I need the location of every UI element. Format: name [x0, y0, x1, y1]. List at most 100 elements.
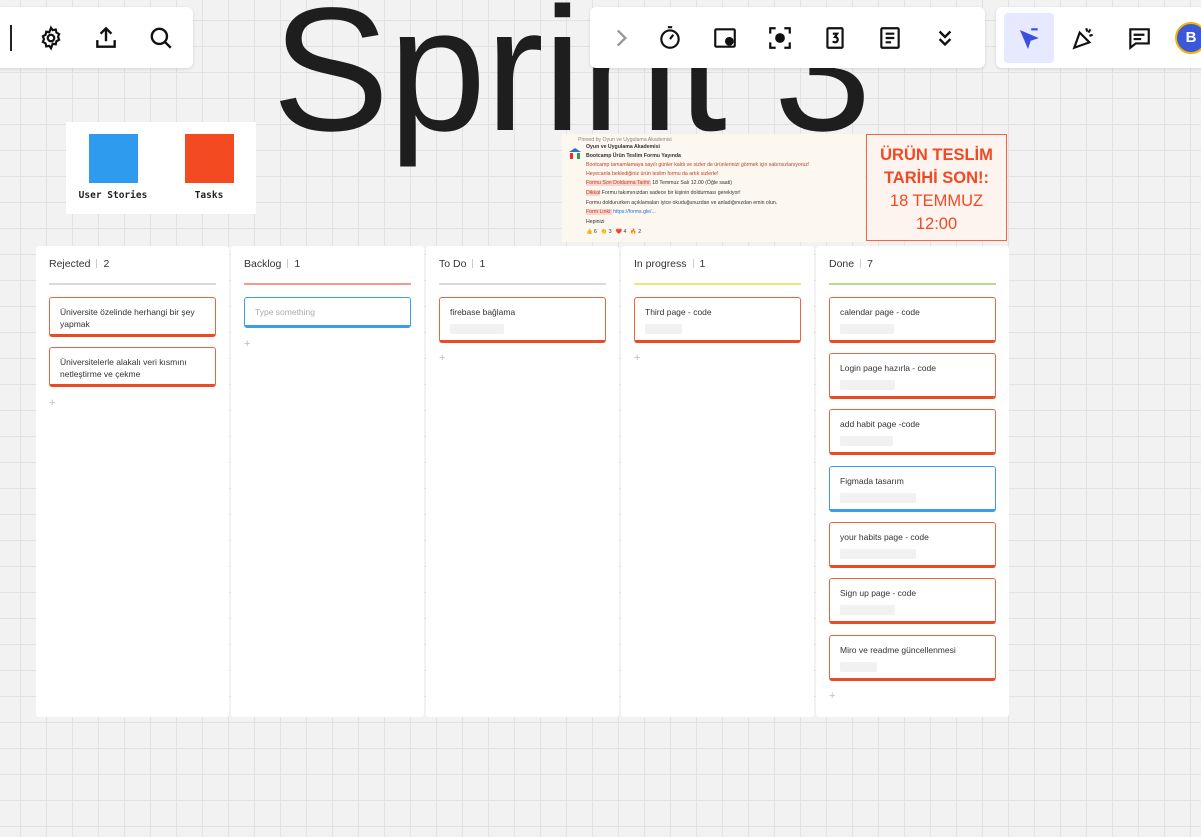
legend[interactable]: User Stories Tasks — [66, 122, 256, 214]
announcement-text: 18 Temmuz Salı 12.00 (Öğle saati) — [652, 180, 733, 186]
embed-icon[interactable] — [700, 13, 750, 63]
announcement-tag: Formu Son Doldurma Tarihi: — [586, 180, 651, 186]
kanban-card[interactable]: firebase bağlama — [439, 297, 606, 343]
legend-label: Tasks — [194, 190, 224, 201]
avatar[interactable]: B — [1175, 21, 1201, 54]
reaction-badge[interactable]: 👏 3 — [601, 229, 612, 235]
card-skeleton — [840, 549, 916, 559]
deadline-note[interactable]: ÜRÜN TESLİM TARİHİ SON!: 18 TEMMUZ 12:00 — [866, 134, 1007, 241]
notes-icon[interactable] — [865, 13, 915, 63]
column-count: 1 — [479, 258, 486, 270]
add-card-button[interactable]: + — [49, 397, 55, 409]
column-header[interactable]: In progress 1 — [634, 258, 705, 270]
kanban-card[interactable]: Figmada tasarım — [829, 466, 996, 512]
column-header[interactable]: Rejected 2 — [49, 258, 109, 270]
card-skeleton — [840, 605, 895, 615]
column-count: 1 — [699, 258, 706, 270]
kanban-column-in-progress[interactable]: In progress 1 Third page - code + — [621, 246, 814, 717]
column-count: 1 — [294, 258, 301, 270]
column-color-line — [634, 283, 801, 285]
kanban-card[interactable]: Üniversite özelinde herhangi bir şey yap… — [49, 297, 216, 337]
kanban-card[interactable]: add habit page -code — [829, 409, 996, 455]
toolbar-divider — [10, 24, 12, 51]
legend-swatch-tasks — [184, 134, 234, 183]
announcement-line: Form Linki: https://forms.gle/... — [586, 209, 656, 215]
kanban-column-done[interactable]: Done 7 calendar page - code Login page ha… — [816, 246, 1009, 717]
column-header-separator — [96, 259, 98, 268]
column-title: Done — [829, 258, 855, 270]
chevron-double-down-icon[interactable] — [920, 13, 970, 63]
card-title: firebase bağlama — [450, 307, 516, 317]
toolbar-middle — [590, 7, 985, 68]
focus-icon[interactable] — [755, 13, 805, 63]
kanban-card[interactable]: Üniversitelerle alakalı veri kısmını net… — [49, 347, 216, 387]
column-header-separator — [472, 259, 474, 268]
add-card-button[interactable]: + — [244, 338, 250, 350]
kanban-card-input[interactable]: Type something — [244, 297, 411, 328]
column-header[interactable]: Backlog 1 — [244, 258, 300, 270]
card-title: Sign up page - code — [840, 588, 917, 598]
column-title: In progress — [634, 258, 687, 270]
kanban-column-backlog[interactable]: Backlog 1 Type something + — [231, 246, 424, 717]
card-skeleton — [840, 493, 916, 503]
card-title: Third page - code — [645, 307, 712, 317]
card-skeleton — [645, 324, 682, 334]
kanban-card[interactable]: Sign up page - code — [829, 578, 996, 624]
toolbar-left — [0, 7, 193, 68]
card-placeholder: Type something — [255, 307, 316, 317]
kanban-card[interactable]: Third page - code — [634, 297, 801, 343]
column-count: 7 — [867, 258, 873, 270]
column-title: Backlog — [244, 258, 282, 270]
announcement-pinned: Pinned by Oyun ve Uygulama Akademisi — [578, 137, 672, 143]
celebrate-icon[interactable] — [1059, 13, 1109, 63]
reaction-badge[interactable]: 👍 6 — [586, 229, 597, 235]
search-icon[interactable] — [136, 13, 186, 63]
kanban-card[interactable]: Miro ve readme güncellenmesi — [829, 635, 996, 681]
column-title: Rejected — [49, 258, 91, 270]
kanban-card[interactable]: your habits page - code — [829, 522, 996, 568]
upload-icon[interactable] — [81, 13, 131, 63]
kanban-column-to-do[interactable]: To Do 1 firebase bağlama + — [426, 246, 619, 717]
timer-icon[interactable] — [645, 13, 695, 63]
column-header[interactable]: Done 7 — [829, 258, 873, 270]
card-title: Figmada tasarım — [840, 476, 904, 486]
column-header[interactable]: To Do 1 — [439, 258, 485, 270]
card-skeleton — [450, 324, 504, 334]
add-card-button[interactable]: + — [634, 352, 640, 364]
card-skeleton — [840, 380, 895, 390]
card-title: your habits page - code — [840, 532, 929, 542]
announcement-tag: Dikkat — [586, 190, 601, 196]
chevron-right-icon[interactable] — [602, 13, 640, 63]
toolbar-right: B — [996, 7, 1201, 68]
announcement-line: Formu doldururken açıklamaları iyice oku… — [586, 200, 778, 206]
countdown-icon[interactable] — [810, 13, 860, 63]
reaction-badge[interactable]: 🔥 2 — [630, 229, 641, 235]
column-color-line — [439, 283, 606, 285]
comment-icon[interactable] — [1114, 13, 1164, 63]
kanban-column-rejected[interactable]: Rejected 2 Üniversite özelinde herhangi b… — [36, 246, 229, 717]
announcement-link[interactable]: https://forms.gle/... — [613, 209, 656, 215]
column-header-separator — [287, 259, 289, 268]
reaction-badge[interactable]: ❤️ 4 — [616, 229, 627, 235]
deadline-line: ÜRÜN TESLİM — [880, 146, 993, 164]
settings-icon[interactable] — [26, 13, 76, 63]
announcement-line: Bootcamp tamamlamaya sayılı günler kaldı… — [586, 162, 810, 168]
kanban-card[interactable]: calendar page - code — [829, 297, 996, 343]
column-header-separator — [860, 259, 862, 268]
card-title: Miro ve readme güncellenmesi — [840, 645, 956, 655]
select-cursor-icon[interactable] — [1004, 12, 1054, 63]
add-card-button[interactable]: + — [829, 690, 835, 702]
kanban-card[interactable]: Login page hazırla - code — [829, 353, 996, 399]
academy-logo-icon — [569, 148, 581, 159]
column-header-separator — [692, 259, 694, 268]
card-skeleton — [840, 436, 893, 446]
announcement-image[interactable]: Pinned by Oyun ve Uygulama Akademisi Oyu… — [562, 134, 865, 242]
deadline-date: 18 TEMMUZ — [889, 192, 984, 210]
add-card-button[interactable]: + — [439, 352, 445, 364]
deadline-line: TARİHİ SON!: — [883, 169, 990, 187]
card-skeleton — [840, 324, 894, 334]
legend-swatch-user-stories — [88, 134, 138, 183]
announcement-headline: Bootcamp Ürün Teslim Formu Yayında — [586, 153, 681, 159]
legend-item-user-stories: User Stories — [73, 134, 153, 201]
column-title: To Do — [439, 258, 467, 270]
